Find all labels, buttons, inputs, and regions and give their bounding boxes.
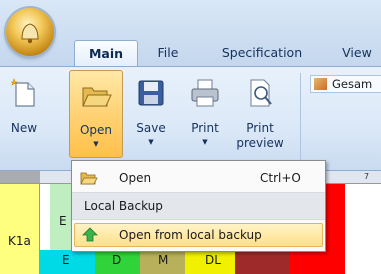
grid-corner-header	[0, 171, 40, 183]
tab-file[interactable]: File	[146, 40, 190, 66]
open-dropdown-arrow-icon[interactable]: ▼	[70, 140, 122, 148]
open-folder-icon	[82, 87, 112, 107]
tab-view[interactable]: View	[334, 40, 380, 66]
print-preview-label-line2: preview	[236, 136, 284, 150]
folder-icon	[80, 172, 98, 185]
bell-icon	[21, 23, 39, 44]
save-disk-icon	[138, 80, 164, 106]
lesson-label: DL	[205, 253, 221, 267]
open-dropdown-menu: Open Ctrl+O Local Backup Open from local…	[71, 160, 326, 252]
gesamt-label: Gesam	[332, 77, 373, 91]
column-number-7: 7	[364, 172, 370, 181]
gesamt-icon	[314, 78, 327, 90]
menu-item-open-from-local-backup[interactable]: Open from local backup	[74, 223, 323, 247]
tab-specification[interactable]: Specification	[212, 40, 312, 66]
print-button[interactable]: Print ▼	[182, 69, 228, 163]
printer-icon	[191, 79, 219, 107]
lesson-label: E	[62, 253, 70, 267]
save-label: Save	[136, 121, 166, 135]
lesson-label: E	[59, 214, 67, 228]
app-menu-orb-icon[interactable]	[6, 8, 54, 56]
ribbon-separator	[300, 73, 301, 161]
print-preview-icon	[250, 79, 272, 107]
menu-item-open-shortcut: Ctrl+O	[260, 171, 301, 185]
lesson-label: D	[112, 253, 122, 267]
print-label: Print	[191, 121, 219, 135]
open-button[interactable]: Open ▼	[69, 70, 123, 158]
new-document-icon	[10, 78, 35, 107]
lesson-label: M	[158, 253, 169, 267]
lesson-block[interactable]	[345, 184, 381, 274]
save-dropdown-arrow-icon[interactable]: ▼	[129, 138, 173, 146]
menu-item-open-label: Open	[119, 171, 152, 185]
menu-item-open-from-local-backup-label: Open from local backup	[119, 228, 262, 242]
row-header-k1a[interactable]	[0, 184, 40, 274]
green-arrow-icon	[82, 227, 98, 242]
gesamt-button[interactable]: Gesam	[310, 75, 381, 93]
new-button[interactable]: New	[2, 69, 46, 163]
print-dropdown-arrow-icon[interactable]: ▼	[182, 138, 228, 146]
menu-section-header: Local Backup	[72, 192, 325, 220]
print-preview-label-line1: Print	[246, 121, 274, 135]
ribbon-panel: New Open ▼ Save ▼ Print ▼ Print preview …	[0, 66, 381, 171]
new-label: New	[10, 121, 38, 135]
row-label-k1a: K1a	[8, 234, 31, 248]
ribbon-tab-strip	[0, 0, 381, 66]
tab-main[interactable]: Main	[74, 40, 138, 67]
save-button[interactable]: Save ▼	[129, 69, 173, 163]
open-label: Open	[79, 123, 113, 137]
print-preview-label: Print preview	[232, 121, 288, 151]
menu-item-open[interactable]: Open Ctrl+O	[72, 166, 325, 190]
print-preview-button[interactable]: Print preview	[232, 69, 288, 163]
menu-section-header-label: Local Backup	[84, 199, 163, 213]
